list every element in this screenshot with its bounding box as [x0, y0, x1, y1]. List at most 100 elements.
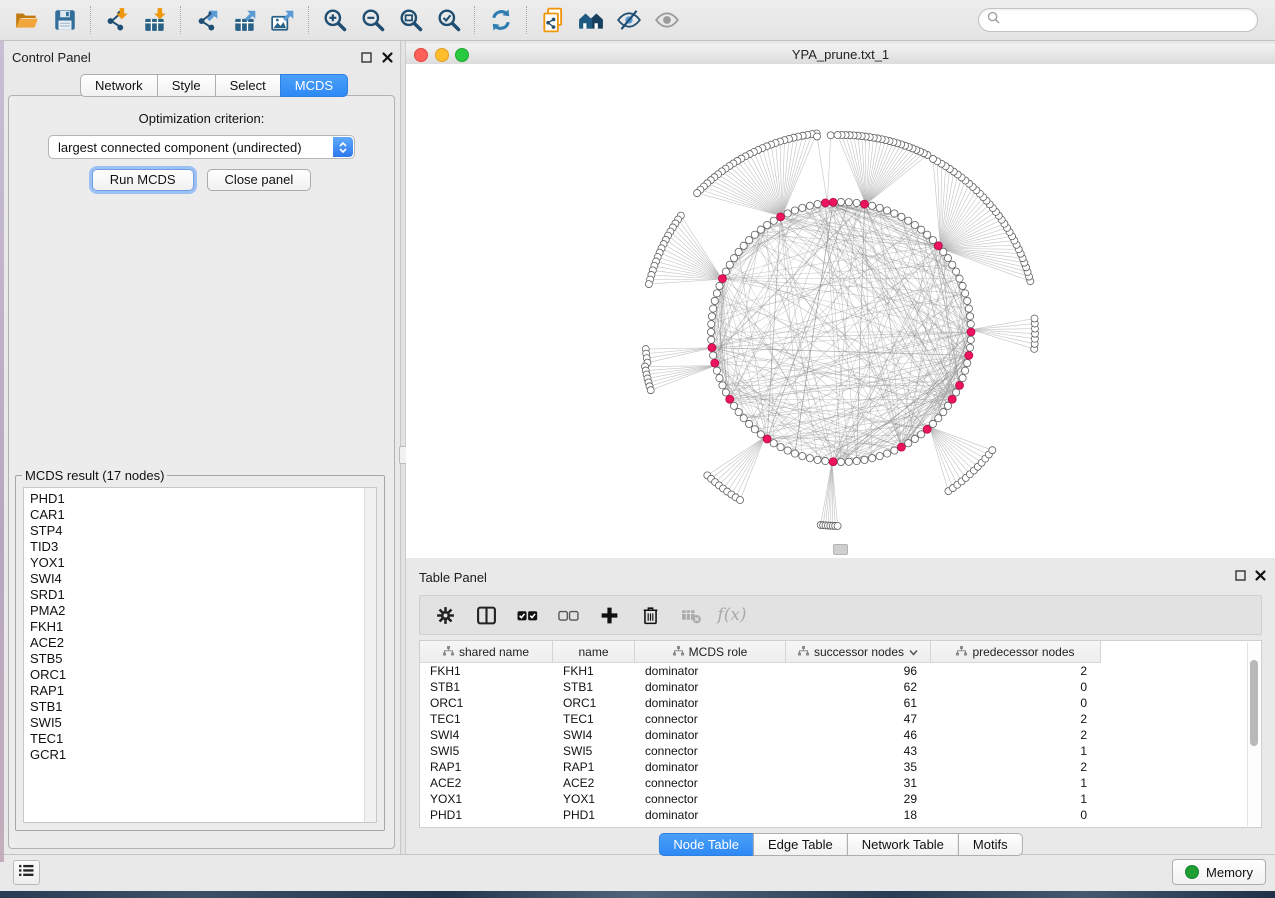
tab-select[interactable]: Select — [215, 74, 281, 97]
table-row[interactable]: PHD1PHD1dominator180 — [420, 807, 1247, 823]
tab-network[interactable]: Network — [80, 74, 158, 97]
float-panel-icon[interactable] — [1234, 569, 1247, 582]
table-row[interactable]: FKH1FKH1dominator962 — [420, 663, 1247, 679]
tab-motifs[interactable]: Motifs — [958, 833, 1023, 856]
cell-successor_nodes: 62 — [786, 680, 931, 694]
table-row[interactable]: SWI5SWI5connector431 — [420, 743, 1247, 759]
table-row[interactable]: ACE2ACE2connector311 — [420, 775, 1247, 791]
column-header-successor-nodes[interactable]: successor nodes — [786, 641, 931, 662]
table-row[interactable]: RAP1RAP1dominator352 — [420, 759, 1247, 775]
result-node-item[interactable]: ORC1 — [24, 667, 376, 683]
network-graph[interactable] — [406, 64, 1275, 558]
table-row[interactable]: SWI4SWI4dominator462 — [420, 727, 1247, 743]
zoom-fit-button[interactable] — [392, 3, 430, 37]
tab-node-table[interactable]: Node Table — [658, 833, 754, 856]
result-list-scrollbar[interactable] — [364, 488, 376, 822]
cell-successor_nodes: 29 — [786, 792, 931, 806]
import-table-button[interactable] — [136, 3, 174, 37]
export-image-button[interactable] — [264, 3, 302, 37]
save-session-button[interactable] — [46, 3, 84, 37]
export-network-button[interactable] — [188, 3, 226, 37]
result-node-item[interactable]: ACE2 — [24, 635, 376, 651]
zoom-selected-icon — [436, 7, 462, 33]
table-scrollbar-thumb[interactable] — [1250, 660, 1258, 746]
delete-column-button[interactable] — [638, 603, 662, 627]
zoom-out-button[interactable] — [354, 3, 392, 37]
column-label: name — [578, 645, 608, 659]
table-scrollbar[interactable] — [1247, 642, 1260, 826]
result-node-item[interactable]: STB1 — [24, 699, 376, 715]
tab-network-table[interactable]: Network Table — [847, 833, 959, 856]
cell-successor_nodes: 46 — [786, 728, 931, 742]
zoom-in-button[interactable] — [316, 3, 354, 37]
close-panel-icon[interactable] — [1254, 569, 1267, 582]
result-node-item[interactable]: TEC1 — [24, 731, 376, 747]
open-file-button[interactable] — [8, 3, 46, 37]
result-node-item[interactable]: FKH1 — [24, 619, 376, 635]
import-network-button[interactable] — [98, 3, 136, 37]
horizontal-splitter-grip[interactable] — [833, 544, 848, 555]
export-network-icon — [194, 7, 220, 33]
cell-shared_name: RAP1 — [420, 760, 553, 774]
table-row[interactable]: YOX1YOX1connector291 — [420, 791, 1247, 807]
refresh-view-button[interactable] — [482, 3, 520, 37]
node-table[interactable]: shared name name MCDS role successor nodes p… — [419, 640, 1262, 828]
column-header-shared-name[interactable]: shared name — [420, 641, 553, 662]
result-node-item[interactable]: STB5 — [24, 651, 376, 667]
search-input[interactable] — [1005, 12, 1249, 29]
control-panel-tabs: NetworkStyleSelectMCDS — [80, 74, 348, 97]
cell-mcds_role: connector — [635, 792, 786, 806]
clone-network-button[interactable] — [534, 3, 572, 37]
result-node-item[interactable]: PMA2 — [24, 603, 376, 619]
deselect-all-rows-button[interactable] — [556, 603, 580, 627]
cell-predecessor_nodes: 0 — [931, 680, 1101, 694]
function-builder-icon: f(x) — [717, 605, 746, 625]
column-header-name[interactable]: name — [553, 641, 635, 662]
result-node-item[interactable]: STP4 — [24, 523, 376, 539]
tab-style[interactable]: Style — [157, 74, 216, 97]
result-node-item[interactable]: TID3 — [24, 539, 376, 555]
column-label: successor nodes — [814, 645, 904, 659]
result-node-item[interactable]: PHD1 — [24, 491, 376, 507]
export-table-button[interactable] — [226, 3, 264, 37]
result-node-item[interactable]: YOX1 — [24, 555, 376, 571]
right-column: YPA_prune.txt_1 Table Panel f(x) shared … — [406, 41, 1275, 855]
cell-predecessor_nodes: 2 — [931, 728, 1101, 742]
close-panel-button[interactable]: Close panel — [207, 169, 312, 191]
select-all-rows-button[interactable] — [515, 603, 539, 627]
task-history-button[interactable] — [13, 860, 40, 885]
show-all-icon — [654, 7, 680, 33]
cell-mcds_role: connector — [635, 712, 786, 726]
mcds-result-list[interactable]: PHD1CAR1STP4TID3YOX1SWI4SRD1PMA2FKH1ACE2… — [23, 487, 377, 823]
column-header-MCDS-role[interactable]: MCDS role — [635, 641, 786, 662]
table-row[interactable]: STB1STB1dominator620 — [420, 679, 1247, 695]
run-mcds-button[interactable]: Run MCDS — [92, 169, 194, 191]
add-column-button[interactable] — [597, 603, 621, 627]
result-node-item[interactable]: SRD1 — [24, 587, 376, 603]
network-canvas[interactable] — [406, 64, 1275, 558]
memory-button[interactable]: Memory — [1172, 859, 1266, 885]
table-row[interactable]: ORC1ORC1dominator610 — [420, 695, 1247, 711]
hide-selected-button[interactable] — [610, 3, 648, 37]
result-node-item[interactable]: CAR1 — [24, 507, 376, 523]
float-panel-icon[interactable] — [360, 51, 373, 64]
zoom-selected-button[interactable] — [430, 3, 468, 37]
optimization-criterion-select[interactable]: largest connected component (undirected) — [48, 135, 355, 159]
column-header-predecessor-nodes[interactable]: predecessor nodes — [931, 641, 1101, 662]
table-settings-button[interactable] — [433, 603, 457, 627]
cell-shared_name: SWI4 — [420, 728, 553, 742]
result-node-item[interactable]: GCR1 — [24, 747, 376, 763]
result-node-item[interactable]: SWI5 — [24, 715, 376, 731]
tab-edge-table[interactable]: Edge Table — [753, 833, 848, 856]
tab-mcds[interactable]: MCDS — [280, 74, 348, 97]
search-box[interactable] — [978, 8, 1258, 32]
first-neighbors-button[interactable] — [572, 3, 610, 37]
show-all-button[interactable] — [648, 3, 686, 37]
close-panel-icon[interactable] — [381, 51, 394, 64]
select-stepper-icon — [333, 137, 353, 157]
table-row[interactable]: TEC1TEC1connector472 — [420, 711, 1247, 727]
toggle-panel-split-button[interactable] — [474, 603, 498, 627]
result-node-item[interactable]: RAP1 — [24, 683, 376, 699]
cell-predecessor_nodes: 1 — [931, 744, 1101, 758]
result-node-item[interactable]: SWI4 — [24, 571, 376, 587]
